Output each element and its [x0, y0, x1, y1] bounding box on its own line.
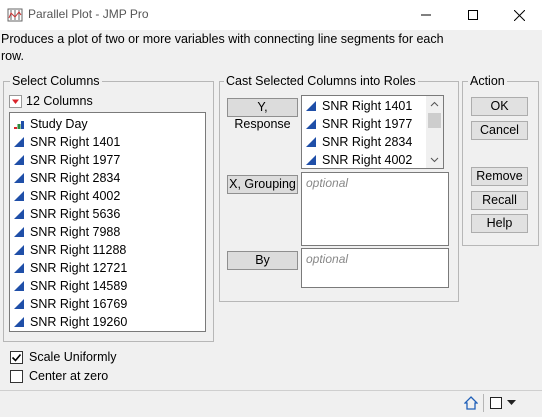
column-name: SNR Right 7988	[30, 225, 121, 239]
column-name: SNR Right 11288	[30, 243, 127, 257]
continuous-column-icon	[14, 209, 24, 219]
remove-button[interactable]: Remove	[471, 167, 528, 186]
y-response-item[interactable]: SNR Right 1401	[302, 97, 443, 115]
ok-button[interactable]: OK	[471, 97, 528, 116]
column-name: SNR Right 4002	[322, 153, 413, 167]
column-name: SNR Right 4002	[30, 189, 121, 203]
scale-uniformly-option[interactable]: Scale Uniformly	[10, 349, 117, 365]
column-list-item[interactable]: SNR Right 14589	[10, 277, 205, 295]
y-response-button[interactable]: Y, Response	[227, 98, 298, 131]
red-triangle-menu-icon[interactable]	[9, 94, 22, 108]
title-bar: Parallel Plot - JMP Pro	[0, 0, 542, 30]
by-drop-zone[interactable]: optional	[301, 248, 449, 288]
scroll-thumb[interactable]	[428, 113, 441, 128]
x-grouping-button[interactable]: X, Grouping	[227, 175, 298, 194]
y-response-list[interactable]: SNR Right 1401 SNR Right 1977 SNR Right 28…	[301, 95, 444, 169]
continuous-column-icon	[14, 155, 24, 165]
checkmark-icon	[11, 353, 22, 362]
y-response-item[interactable]: SNR Right 4002	[302, 151, 443, 168]
window-square-icon[interactable]	[490, 397, 502, 409]
dropdown-arrow-icon[interactable]	[507, 400, 516, 406]
recall-button[interactable]: Recall	[471, 191, 528, 210]
continuous-column-icon	[14, 299, 24, 309]
columns-count-label: 12 Columns	[26, 94, 93, 108]
continuous-column-icon	[14, 281, 24, 291]
continuous-column-icon	[14, 263, 24, 273]
by-button[interactable]: By	[227, 251, 298, 270]
close-icon	[513, 9, 525, 21]
scroll-up-icon[interactable]	[426, 97, 443, 111]
dialog-description: Produces a plot of two or more variables…	[1, 32, 444, 63]
y-response-item[interactable]: SNR Right 2834	[302, 133, 443, 151]
continuous-column-icon	[14, 245, 24, 255]
column-name: SNR Right 16769	[30, 297, 128, 311]
continuous-column-icon	[306, 101, 316, 111]
continuous-column-icon	[306, 119, 316, 129]
continuous-column-icon	[306, 155, 316, 165]
column-name: SNR Right 1977	[322, 117, 413, 131]
column-name: SNR Right 2834	[322, 135, 413, 149]
continuous-column-icon	[14, 191, 24, 201]
continuous-column-icon	[14, 317, 24, 327]
continuous-column-icon	[14, 173, 24, 183]
scroll-down-icon[interactable]	[426, 153, 443, 167]
column-name: SNR Right 1401	[322, 99, 413, 113]
center-at-zero-label: Center at zero	[29, 369, 109, 383]
cast-roles-legend: Cast Selected Columns into Roles	[224, 74, 418, 88]
window-title: Parallel Plot - JMP Pro	[28, 7, 149, 21]
continuous-column-icon	[306, 137, 316, 147]
column-name: SNR Right 5636	[30, 207, 121, 221]
x-grouping-drop-zone[interactable]: optional	[301, 172, 449, 246]
x-grouping-placeholder: optional	[306, 176, 349, 190]
by-placeholder: optional	[306, 252, 349, 266]
column-name: SNR Right 1401	[30, 135, 121, 149]
select-columns-legend: Select Columns	[10, 74, 102, 88]
column-list-item[interactable]: SNR Right 1977	[10, 151, 205, 169]
column-name: SNR Right 1977	[30, 153, 121, 167]
close-button[interactable]	[496, 0, 542, 30]
column-list-item[interactable]: SNR Right 7988	[10, 223, 205, 241]
column-name: SNR Right 12721	[30, 261, 128, 275]
status-divider	[483, 394, 484, 412]
column-name: SNR Right 19260	[30, 315, 128, 329]
column-list-item[interactable]: SNR Right 5636	[10, 205, 205, 223]
column-list-item[interactable]: SNR Right 4002	[10, 187, 205, 205]
column-list-item[interactable]: Study Day	[10, 115, 205, 133]
cancel-button[interactable]: Cancel	[471, 121, 528, 140]
status-bar	[0, 390, 542, 417]
help-button[interactable]: Help	[471, 214, 528, 233]
scale-uniformly-label: Scale Uniformly	[29, 350, 117, 364]
continuous-column-icon	[14, 227, 24, 237]
maximize-icon	[468, 10, 478, 20]
columns-list[interactable]: Study Day SNR Right 1401 SNR Right 1977 SNR…	[9, 112, 206, 332]
column-list-item[interactable]: SNR Right 11288	[10, 241, 205, 259]
columns-menu[interactable]: 12 Columns	[9, 94, 93, 108]
maximize-button[interactable]	[450, 0, 496, 30]
column-name: SNR Right 2834	[30, 171, 121, 185]
center-at-zero-option[interactable]: Center at zero	[10, 368, 108, 384]
scale-uniformly-checkbox[interactable]	[10, 350, 23, 364]
y-response-item[interactable]: SNR Right 1977	[302, 115, 443, 133]
action-legend: Action	[468, 74, 507, 88]
column-list-item[interactable]: SNR Right 12721	[10, 259, 205, 277]
continuous-column-icon	[14, 137, 24, 147]
column-list-item[interactable]: SNR Right 2834	[10, 169, 205, 187]
column-list-item[interactable]: SNR Right 19260	[10, 313, 205, 331]
center-at-zero-checkbox[interactable]	[10, 369, 23, 383]
jmp-app-icon	[7, 8, 23, 22]
column-list-item[interactable]: SNR Right 16769	[10, 295, 205, 313]
minimize-button[interactable]	[403, 0, 449, 30]
column-list-item[interactable]: SNR Right 1401	[10, 133, 205, 151]
home-icon[interactable]	[464, 396, 478, 410]
column-name: Study Day	[30, 117, 88, 131]
nominal-column-icon	[14, 121, 24, 129]
column-name: SNR Right 14589	[30, 279, 128, 293]
minimize-icon	[421, 14, 431, 16]
y-response-scrollbar[interactable]	[426, 96, 443, 168]
